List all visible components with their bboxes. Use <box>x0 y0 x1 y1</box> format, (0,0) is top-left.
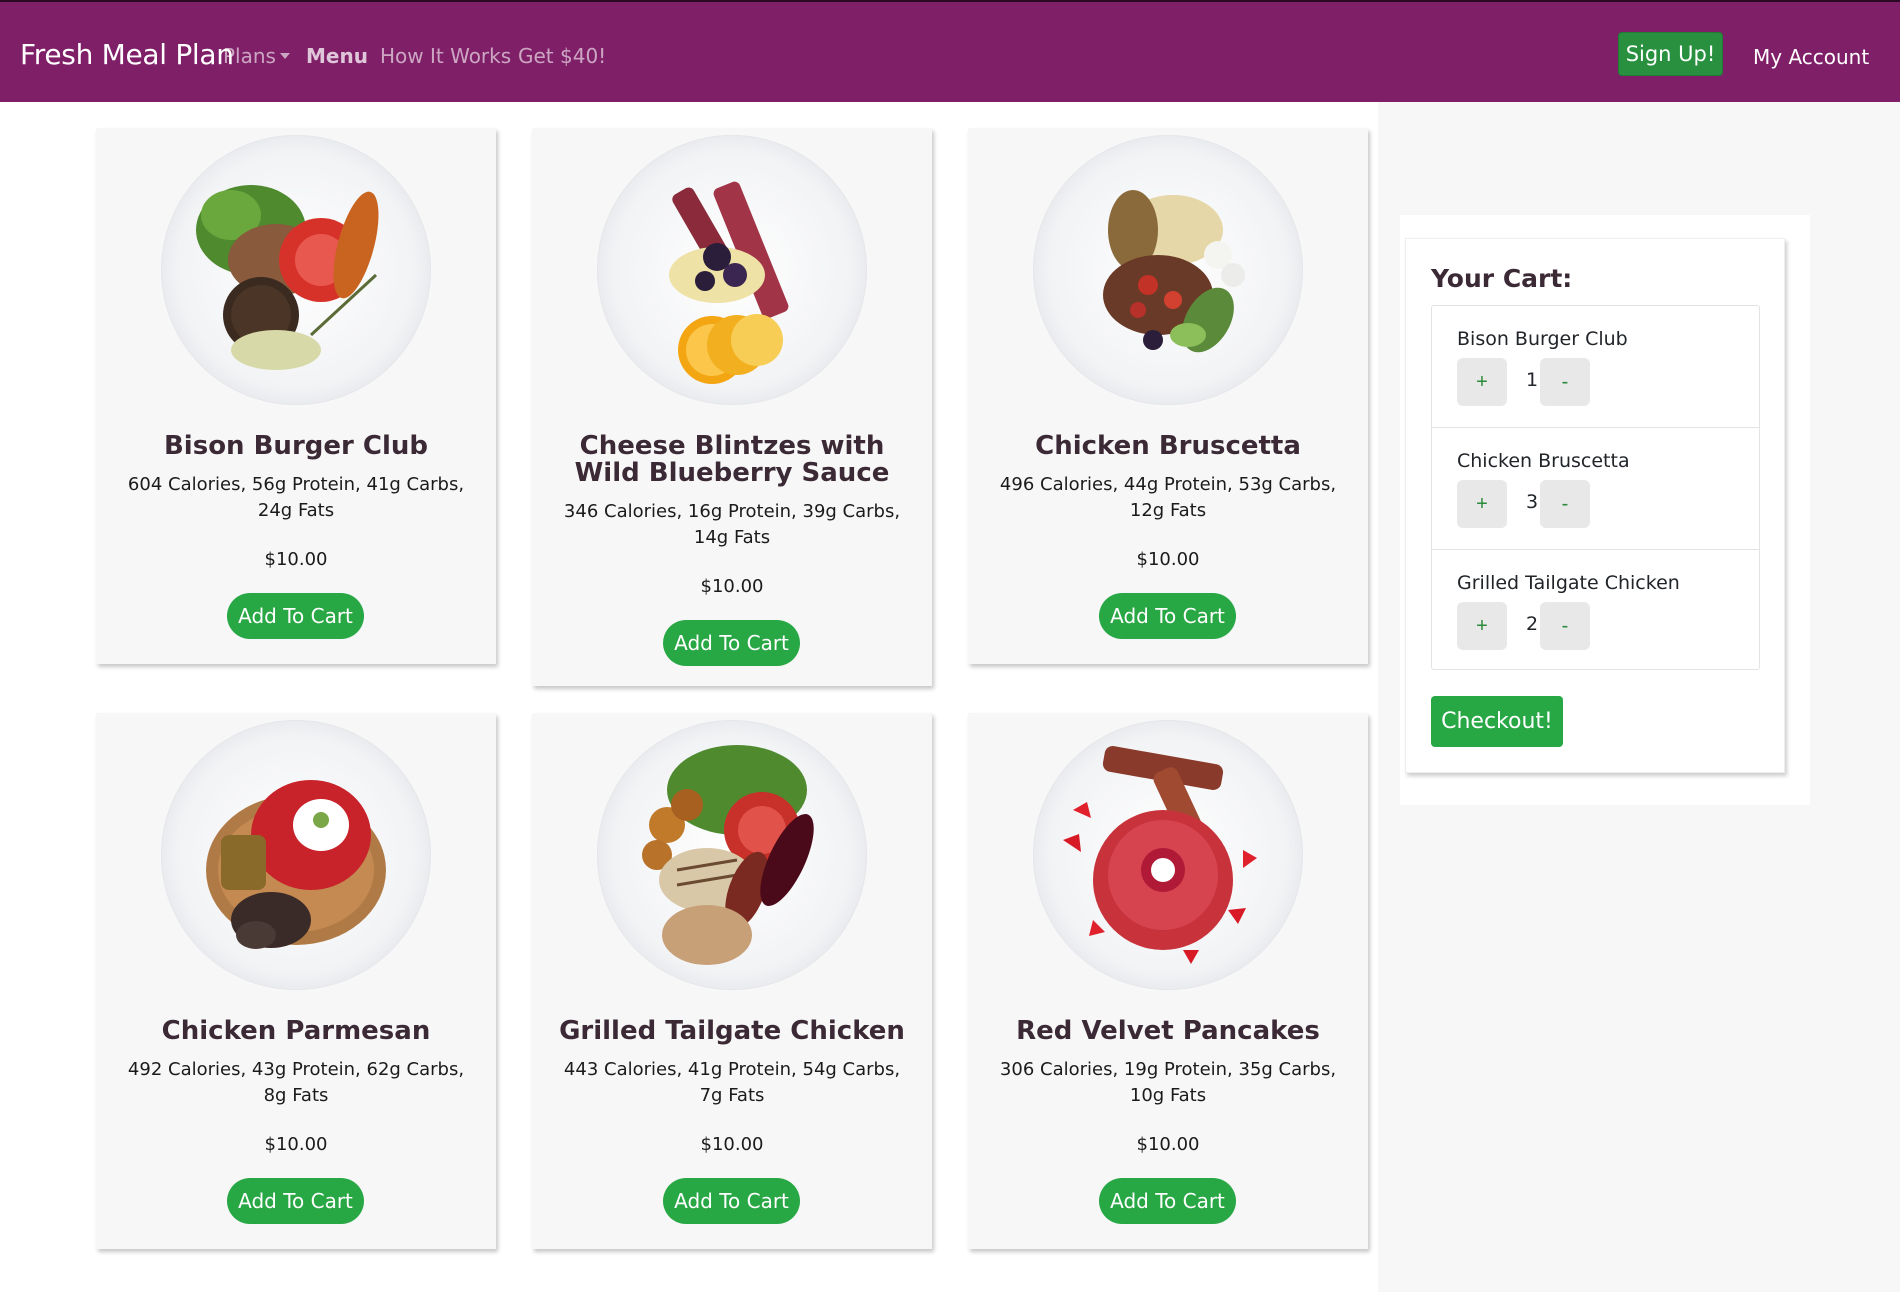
meal-card: Grilled Tailgate Chicken 443 Calories, 4… <box>532 713 932 1249</box>
meal-nutrition: 604 Calories, 56g Protein, 41g Carbs, 24… <box>127 474 465 521</box>
meal-nutrition: 346 Calories, 16g Protein, 39g Carbs, 14… <box>563 501 901 548</box>
meal-card: Red Velvet Pancakes 306 Calories, 19g Pr… <box>968 713 1368 1249</box>
decrease-quantity-button[interactable]: - <box>1540 358 1590 406</box>
decrease-quantity-button[interactable]: - <box>1540 602 1590 650</box>
meal-title: Chicken Parmesan <box>161 1016 431 1046</box>
cart-item-name: Bison Burger Club <box>1457 328 1628 350</box>
decrease-quantity-button[interactable]: - <box>1540 480 1590 528</box>
my-account-link[interactable]: My Account <box>1753 45 1869 69</box>
meal-nutrition: 496 Calories, 44g Protein, 53g Carbs, 12… <box>999 474 1337 521</box>
meal-title: Red Velvet Pancakes <box>1016 1016 1320 1046</box>
add-to-cart-button[interactable]: Add To Cart <box>1099 593 1236 639</box>
increase-quantity-button[interactable]: + <box>1457 358 1507 406</box>
meal-card: Bison Burger Club 604 Calories, 56g Prot… <box>96 128 496 664</box>
add-to-cart-button[interactable]: Add To Cart <box>227 1178 364 1224</box>
nav-menu[interactable]: Menu <box>306 44 368 68</box>
checkout-button[interactable]: Checkout! <box>1431 696 1563 747</box>
cart-title: Your Cart: <box>1431 264 1573 293</box>
brand-logo[interactable]: Fresh Meal Plan <box>20 38 234 71</box>
nav-get-40[interactable]: Get $40! <box>518 44 606 68</box>
meal-title: Grilled Tailgate Chicken <box>559 1016 905 1046</box>
meal-nutrition: 306 Calories, 19g Protein, 35g Carbs, 10… <box>999 1059 1337 1106</box>
chevron-down-icon <box>279 53 290 59</box>
meal-title: Bison Burger Club <box>163 431 428 461</box>
chicken-parmesan-plate-image <box>161 720 431 990</box>
increase-quantity-button[interactable]: + <box>1457 480 1507 528</box>
add-to-cart-button[interactable]: Add To Cart <box>227 593 364 639</box>
meal-nutrition: 443 Calories, 41g Protein, 54g Carbs, 7g… <box>563 1059 901 1106</box>
add-to-cart-button[interactable]: Add To Cart <box>1099 1178 1236 1224</box>
blintzes-plate-image <box>597 135 867 405</box>
meal-card: Cheese Blintzes with Wild Blueberry Sauc… <box>532 128 932 686</box>
meal-card: Chicken Bruscetta 496 Calories, 44g Prot… <box>968 128 1368 664</box>
cart-item-name: Chicken Bruscetta <box>1457 450 1630 472</box>
meal-title: Chicken Bruscetta <box>1035 431 1301 461</box>
cart-panel: Your Cart: Bison Burger Club + 1 - Chick… <box>1405 238 1785 773</box>
cart-item: Bison Burger Club + 1 - <box>1432 306 1759 428</box>
meal-price: $10.00 <box>700 576 764 597</box>
meal-title: Cheese Blintzes with Wild Blueberry Sauc… <box>574 431 890 488</box>
cart-item-quantity: 2 <box>1526 613 1539 635</box>
top-navbar: Fresh Meal Plan Plans Menu How It Works … <box>0 0 1900 102</box>
meal-price: $10.00 <box>264 549 328 570</box>
cart-item: Chicken Bruscetta + 3 - <box>1432 428 1759 550</box>
meal-price: $10.00 <box>700 1134 764 1155</box>
add-to-cart-button[interactable]: Add To Cart <box>663 620 800 666</box>
meal-nutrition: 492 Calories, 43g Protein, 62g Carbs, 8g… <box>127 1059 465 1106</box>
sign-up-button[interactable]: Sign Up! <box>1618 32 1723 76</box>
bison-burger-plate-image <box>161 135 431 405</box>
cart-item-quantity: 1 <box>1526 369 1539 391</box>
increase-quantity-button[interactable]: + <box>1457 602 1507 650</box>
meal-card: Chicken Parmesan 492 Calories, 43g Prote… <box>96 713 496 1249</box>
cart-item: Grilled Tailgate Chicken + 2 - <box>1432 550 1759 672</box>
nav-how-it-works[interactable]: How It Works <box>380 44 511 68</box>
pancakes-plate-image <box>1033 720 1303 990</box>
nav-plans-dropdown[interactable]: Plans <box>223 44 290 68</box>
chicken-bruscetta-plate-image <box>1033 135 1303 405</box>
cart-list: Bison Burger Club + 1 - Chicken Bruscett… <box>1431 305 1760 670</box>
grilled-chicken-plate-image <box>597 720 867 990</box>
cart-item-quantity: 3 <box>1526 491 1539 513</box>
cart-item-name: Grilled Tailgate Chicken <box>1457 572 1680 594</box>
add-to-cart-button[interactable]: Add To Cart <box>663 1178 800 1224</box>
meal-price: $10.00 <box>1136 1134 1200 1155</box>
meal-price: $10.00 <box>1136 549 1200 570</box>
meal-price: $10.00 <box>264 1134 328 1155</box>
